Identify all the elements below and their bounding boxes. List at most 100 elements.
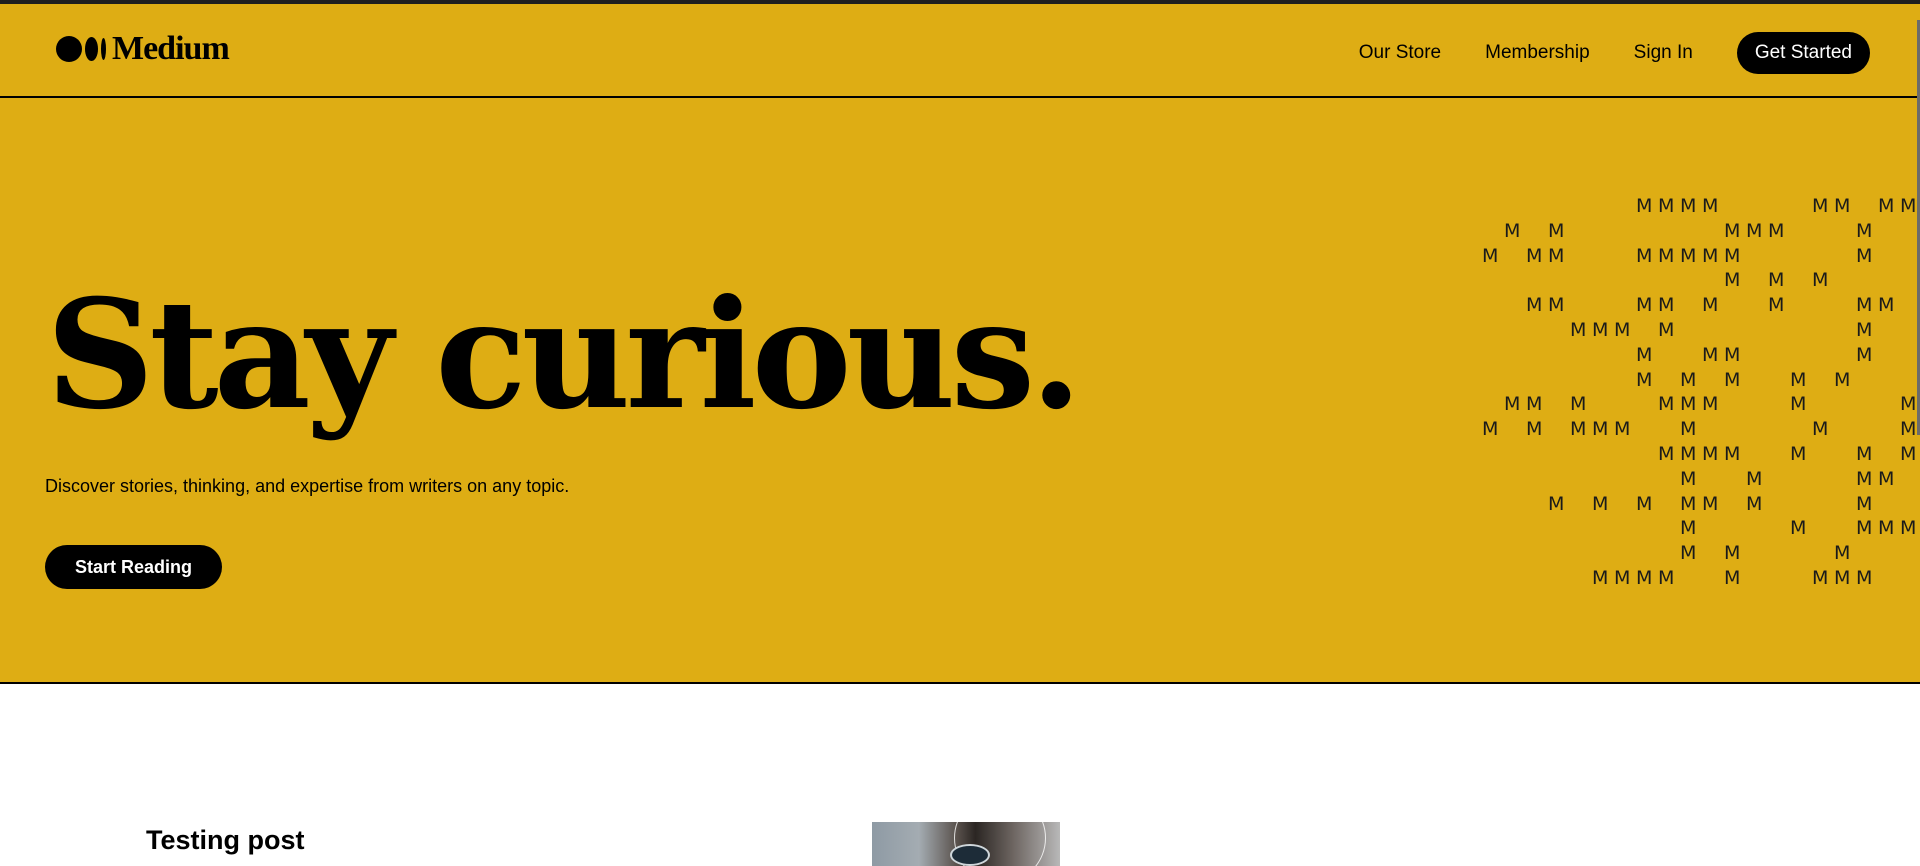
m-pattern-letter: M <box>1614 567 1631 589</box>
m-pattern-letter: M <box>1680 467 1697 490</box>
m-pattern-letter: M <box>1636 343 1653 366</box>
m-pattern-letter: M <box>1636 294 1653 317</box>
m-pattern-letter: M <box>1482 244 1499 267</box>
m-pattern-letter: M <box>1570 319 1587 341</box>
m-pattern-letter: M <box>1592 418 1609 441</box>
m-pattern-letter: M <box>1790 393 1807 416</box>
m-pattern-letter: M <box>1900 443 1917 465</box>
m-pattern-letter: M <box>1724 443 1741 465</box>
m-pattern-letter: M <box>1702 443 1719 465</box>
m-pattern-letter: M <box>1856 567 1873 589</box>
m-pattern-letter: M <box>1526 393 1543 416</box>
m-pattern-letter: M <box>1856 319 1873 341</box>
m-pattern-letter: M <box>1878 294 1895 317</box>
m-pattern-letter: M <box>1702 393 1719 416</box>
m-pattern-letter: M <box>1768 269 1785 292</box>
m-pattern-letter: M <box>1878 517 1895 540</box>
m-pattern-letter: M <box>1790 443 1807 465</box>
hero-title: Stay curious. <box>46 267 1082 443</box>
hero-divider <box>0 682 1920 684</box>
m-pattern-letter: M <box>1658 195 1675 217</box>
m-pattern-letter: M <box>1768 219 1785 242</box>
m-pattern-letter: M <box>1812 269 1829 292</box>
m-pattern-letter: M <box>1658 443 1675 465</box>
medium-logo-icon <box>56 36 106 62</box>
m-pattern-letter: M <box>1680 195 1697 217</box>
m-pattern-letter: M <box>1812 195 1829 217</box>
m-pattern-letter: M <box>1482 418 1499 441</box>
m-pattern-letter: M <box>1746 492 1763 515</box>
m-pattern-letter: M <box>1878 195 1895 217</box>
m-pattern-letter: M <box>1724 244 1741 267</box>
m-pattern-letter: M <box>1724 343 1741 366</box>
m-pattern-letter: M <box>1856 467 1873 490</box>
m-pattern-letter: M <box>1526 244 1543 267</box>
m-pattern-letter: M <box>1680 244 1697 267</box>
m-pattern-letter: M <box>1658 244 1675 267</box>
hero-section: Medium Our Store Membership Sign In Get … <box>0 4 1920 684</box>
nav-membership-link[interactable]: Membership <box>1485 33 1590 73</box>
m-pattern-letter: M <box>1636 368 1653 391</box>
nav-sign-in-link[interactable]: Sign In <box>1634 33 1693 73</box>
m-pattern-letter: M <box>1636 567 1653 589</box>
m-pattern-letter: M <box>1680 443 1697 465</box>
m-pattern-letter: M <box>1636 244 1653 267</box>
m-pattern-letter: M <box>1548 492 1565 515</box>
m-pattern-decoration: MMMMMMMMMMMMMMMMMMMMMMMMMMMMMMMMMMMMMMMM… <box>1460 194 1920 604</box>
medium-logo[interactable]: Medium <box>56 30 230 68</box>
m-pattern-letter: M <box>1592 319 1609 341</box>
m-pattern-letter: M <box>1658 393 1675 416</box>
m-pattern-letter: M <box>1790 517 1807 540</box>
get-started-button[interactable]: Get Started <box>1736 32 1870 74</box>
m-pattern-letter: M <box>1878 467 1895 490</box>
m-pattern-letter: M <box>1790 368 1807 391</box>
m-pattern-letter: M <box>1746 219 1763 242</box>
m-pattern-letter: M <box>1900 393 1917 416</box>
m-pattern-letter: M <box>1812 567 1829 589</box>
m-pattern-letter: M <box>1702 294 1719 317</box>
m-pattern-letter: M <box>1570 418 1587 441</box>
m-pattern-letter: M <box>1680 418 1697 441</box>
m-pattern-letter: M <box>1900 418 1917 441</box>
m-pattern-letter: M <box>1548 244 1565 267</box>
start-reading-button[interactable]: Start Reading <box>45 545 223 589</box>
m-pattern-letter: M <box>1680 368 1697 391</box>
m-pattern-letter: M <box>1636 195 1653 217</box>
m-pattern-letter: M <box>1592 492 1609 515</box>
m-pattern-letter: M <box>1834 542 1851 565</box>
m-pattern-letter: M <box>1812 418 1829 441</box>
m-pattern-letter: M <box>1592 567 1609 589</box>
m-pattern-letter: M <box>1724 269 1741 292</box>
m-pattern-letter: M <box>1658 294 1675 317</box>
m-pattern-letter: M <box>1702 244 1719 267</box>
m-pattern-letter: M <box>1856 517 1873 540</box>
m-pattern-letter: M <box>1570 393 1587 416</box>
m-pattern-letter: M <box>1900 517 1917 540</box>
m-pattern-letter: M <box>1856 244 1873 267</box>
m-pattern-letter: M <box>1724 542 1741 565</box>
m-pattern-letter: M <box>1702 343 1719 366</box>
nav-links: Our Store Membership Sign In Get Started <box>1359 32 1870 74</box>
m-pattern-letter: M <box>1834 567 1851 589</box>
m-pattern-letter: M <box>1702 195 1719 217</box>
m-pattern-letter: M <box>1680 542 1697 565</box>
top-navbar: Medium Our Store Membership Sign In Get … <box>0 4 1920 98</box>
m-pattern-letter: M <box>1504 393 1521 416</box>
m-pattern-letter: M <box>1614 319 1631 341</box>
post-title[interactable]: Testing post <box>146 822 305 858</box>
m-pattern-letter: M <box>1746 467 1763 490</box>
nav-our-store-link[interactable]: Our Store <box>1359 33 1441 73</box>
m-pattern-letter: M <box>1768 294 1785 317</box>
thumbnail-eye <box>950 844 990 866</box>
m-pattern-letter: M <box>1680 492 1697 515</box>
post-thumbnail[interactable] <box>872 822 1060 866</box>
m-pattern-letter: M <box>1526 418 1543 441</box>
m-pattern-letter: M <box>1680 517 1697 540</box>
m-pattern-letter: M <box>1724 567 1741 589</box>
m-pattern-letter: M <box>1834 195 1851 217</box>
m-pattern-letter: M <box>1834 368 1851 391</box>
m-pattern-letter: M <box>1856 219 1873 242</box>
m-pattern-letter: M <box>1856 294 1873 317</box>
m-pattern-letter: M <box>1724 219 1741 242</box>
m-pattern-letter: M <box>1526 294 1543 317</box>
